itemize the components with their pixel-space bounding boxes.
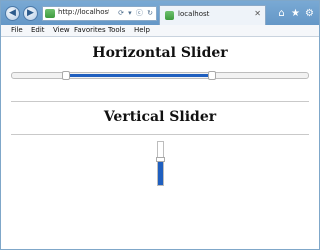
address-controls[interactable]: ⟳ ▾ ⓒ ↻ <box>118 8 154 18</box>
horizontal-slider[interactable] <box>11 71 309 80</box>
forward-button[interactable]: ▶ <box>23 6 38 21</box>
menu-tools[interactable]: Tools <box>108 26 125 34</box>
browser-window: ◀ ▶ http://localhost:90 ⟳ ▾ ⓒ ↻ localhos… <box>0 0 320 250</box>
back-button[interactable]: ◀ <box>5 6 20 21</box>
horizontal-slider-end-handle[interactable] <box>208 71 217 80</box>
menu-favorites[interactable]: Favorites <box>74 26 106 34</box>
vertical-slider-title: Vertical Slider <box>103 109 217 125</box>
menu-view[interactable]: View <box>53 26 70 34</box>
menu-edit[interactable]: Edit <box>31 26 45 34</box>
menu-help[interactable]: Help <box>134 26 150 34</box>
horizontal-slider-title: Horizontal Slider <box>92 45 228 61</box>
divider <box>11 134 309 135</box>
menu-file[interactable]: File <box>11 26 23 34</box>
horizontal-slider-range <box>68 74 211 77</box>
back-icon: ◀ <box>9 8 16 18</box>
vertical-slider-handle[interactable] <box>156 157 165 163</box>
address-text[interactable]: http://localhost:90 <box>58 8 109 16</box>
forward-icon: ▶ <box>27 8 34 18</box>
address-bar[interactable]: http://localhost:90 ⟳ ▾ ⓒ ↻ <box>42 6 157 21</box>
favorites-icon[interactable]: ★ <box>290 8 301 19</box>
horizontal-slider-start-handle[interactable] <box>62 71 71 80</box>
browser-tab[interactable]: localhost ✕ <box>159 5 266 25</box>
menu-bar: File Edit View Favorites Tools Help <box>1 25 319 37</box>
tab-site-icon <box>165 11 174 20</box>
settings-icon[interactable]: ⚙ <box>304 8 315 19</box>
divider <box>11 101 309 102</box>
title-bar: ◀ ▶ http://localhost:90 ⟳ ▾ ⓒ ↻ localhos… <box>1 1 319 25</box>
browser-chrome: ◀ ▶ http://localhost:90 ⟳ ▾ ⓒ ↻ localhos… <box>1 1 319 37</box>
tab-title: localhost <box>178 10 210 18</box>
vertical-slider[interactable] <box>156 141 165 186</box>
vertical-slider-range <box>158 161 163 185</box>
site-icon <box>45 9 55 18</box>
home-icon[interactable]: ⌂ <box>276 8 287 19</box>
tab-close-icon[interactable]: ✕ <box>254 9 261 18</box>
